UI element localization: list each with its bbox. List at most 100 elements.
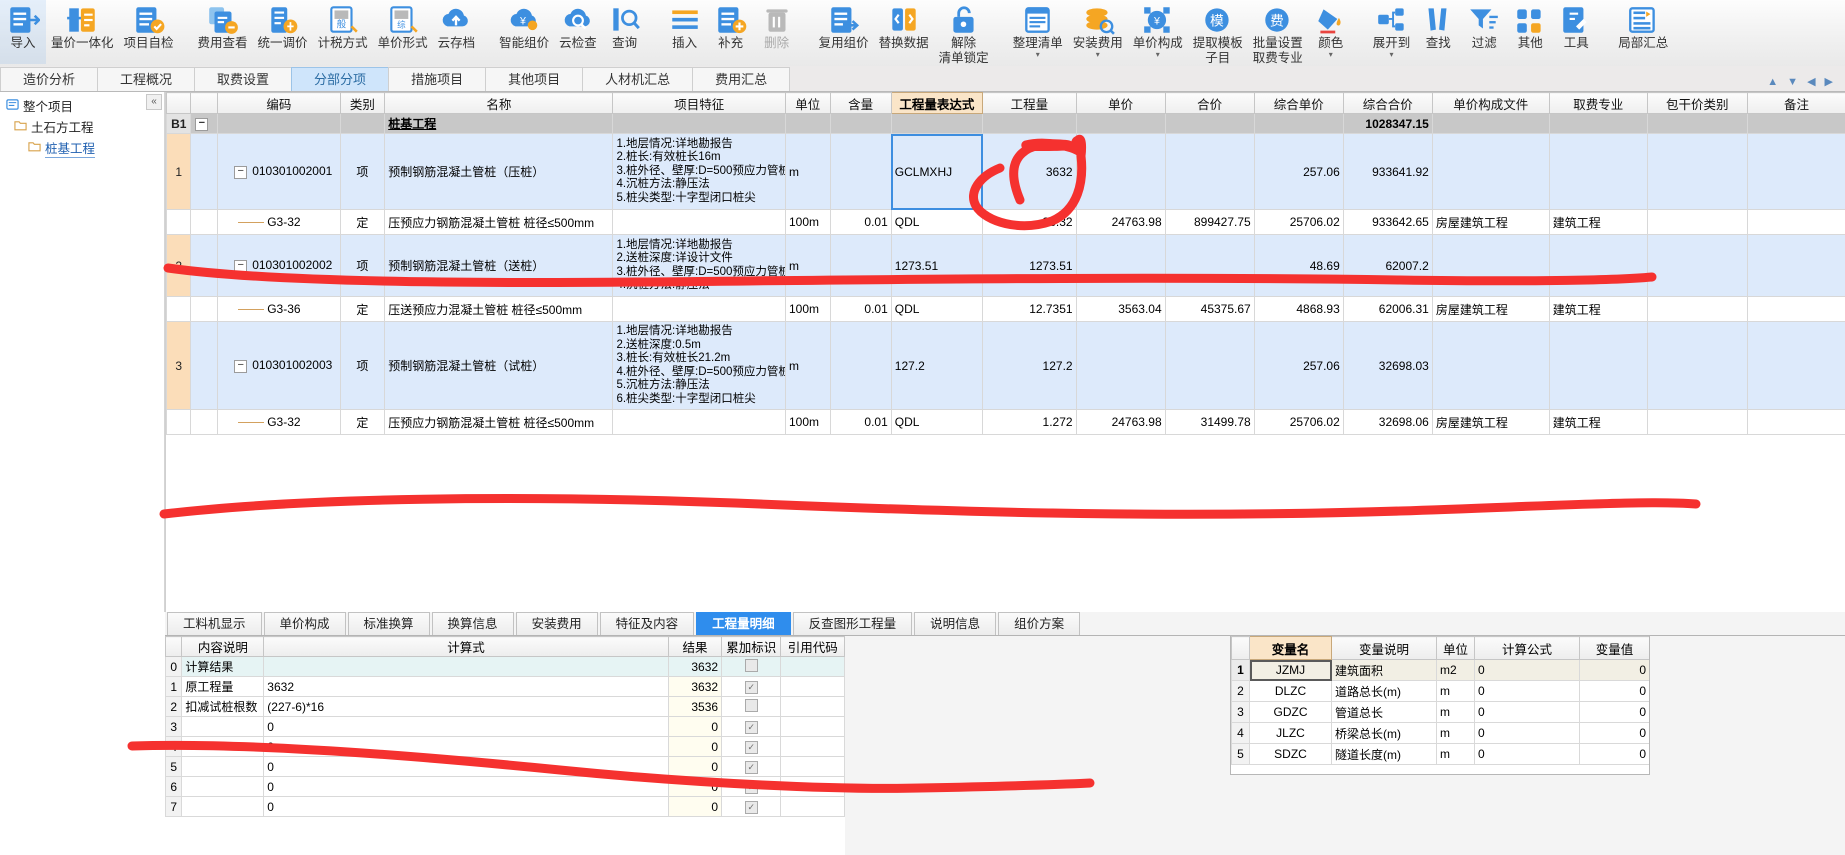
detail-row[interactable]: 2 扣减试桩根数 (227-6)*16 3536 bbox=[165, 696, 845, 717]
ribbon-button-tax-mode[interactable]: 般计税方式 bbox=[313, 0, 373, 64]
ribbon-button-insert[interactable]: 插入 bbox=[662, 0, 708, 64]
cell-amount[interactable] bbox=[1164, 234, 1255, 297]
col-header-综合合价[interactable]: 综合合价 bbox=[1342, 92, 1433, 114]
col-header-取费专业[interactable]: 取费专业 bbox=[1548, 92, 1648, 114]
cell-fee-major[interactable] bbox=[1548, 133, 1648, 210]
cell-unit-price[interactable] bbox=[1075, 133, 1166, 210]
ribbon-button-reuse-price[interactable]: 复用组价 bbox=[814, 0, 874, 64]
cell-feature[interactable]: 1.地层情况:详地勘报告 2.送桩深度:详设计文件 3.桩外径、壁厚:D=500预应… bbox=[612, 234, 786, 297]
variable-formula[interactable]: 0 bbox=[1474, 722, 1580, 744]
col-header-备注[interactable]: 备注 bbox=[1746, 92, 1845, 114]
ribbon-button-fee-view[interactable]: 费用查看 bbox=[193, 0, 253, 64]
tree-node-桩基工程[interactable]: 桩基工程 bbox=[0, 137, 164, 158]
cell-category[interactable]: 项 bbox=[339, 133, 386, 210]
cell-fixed-price-type[interactable] bbox=[1646, 296, 1748, 322]
module-tab-其他项目[interactable]: 其他项目 bbox=[485, 67, 584, 91]
cell-feature[interactable] bbox=[612, 409, 786, 435]
col-header-单位[interactable]: 单位 bbox=[1436, 636, 1475, 660]
collapse-toggle-icon[interactable]: − bbox=[234, 359, 248, 373]
col-header-内容说明[interactable]: 内容说明 bbox=[181, 636, 265, 657]
bottom-tab-说明信息[interactable]: 说明信息 bbox=[914, 612, 997, 635]
arrow-right-icon[interactable]: ▶ bbox=[1825, 75, 1833, 88]
ribbon-button-integration[interactable]: 量价一体化 bbox=[46, 0, 119, 64]
ribbon-button-other[interactable]: 其他 bbox=[1507, 0, 1553, 64]
cell-quantity[interactable] bbox=[982, 113, 1077, 134]
ribbon-button-partial-summary[interactable]: 局部汇总 bbox=[1613, 0, 1673, 64]
cell-name[interactable]: 预制钢筋混凝土管桩（送桩） bbox=[384, 234, 614, 297]
cell-category[interactable]: 项 bbox=[339, 321, 386, 410]
detail-reference-code[interactable] bbox=[780, 796, 845, 817]
cell-price-composition-file[interactable]: 房屋建筑工程 bbox=[1431, 296, 1550, 322]
detail-accumulate-flag[interactable]: ✓ bbox=[721, 776, 782, 797]
checkbox-unchecked-icon[interactable] bbox=[744, 658, 758, 672]
col-header-合价[interactable]: 合价 bbox=[1164, 92, 1255, 114]
collapse-toggle-icon[interactable]: − bbox=[195, 117, 209, 131]
row-number-cell[interactable]: 2 bbox=[166, 234, 192, 297]
module-tab-费用汇总[interactable]: 费用汇总 bbox=[692, 67, 791, 91]
cell-comprehensive-unit-price[interactable] bbox=[1253, 113, 1344, 134]
detail-formula[interactable] bbox=[263, 656, 669, 677]
cell-unit-price[interactable] bbox=[1075, 234, 1166, 297]
cell-unit-price[interactable]: 24763.98 bbox=[1075, 409, 1166, 435]
cell-quantity[interactable]: 1273.51 bbox=[982, 234, 1077, 297]
detail-description[interactable] bbox=[181, 796, 265, 817]
cell-comprehensive-unit-price[interactable]: 25706.02 bbox=[1253, 409, 1344, 435]
row-expander-cell[interactable] bbox=[190, 209, 219, 235]
row-number-cell[interactable]: 1 bbox=[166, 133, 192, 210]
bottom-tab-特征及内容[interactable]: 特征及内容 bbox=[599, 612, 695, 635]
bottom-tab-工料机显示[interactable]: 工料机显示 bbox=[167, 612, 262, 635]
cell-name[interactable]: 预制钢筋混凝土管桩（压桩） bbox=[384, 133, 614, 210]
detail-description[interactable]: 原工程量 bbox=[181, 676, 265, 697]
cell-comprehensive-amount[interactable]: 1028347.15 bbox=[1342, 113, 1433, 134]
detail-row[interactable]: 4 0 0 ✓ bbox=[165, 736, 845, 757]
ribbon-button-install-fee[interactable]: 安装费用 ▾ bbox=[1068, 0, 1128, 64]
cell-unit[interactable]: 100m bbox=[785, 409, 831, 435]
cell-price-composition-file[interactable]: 房屋建筑工程 bbox=[1431, 409, 1550, 435]
module-tab-取费设置[interactable]: 取费设置 bbox=[194, 67, 293, 91]
boq-grid[interactable]: 编码 类别 名称 项目特征 单位 含量 工程量表达式 工程量 单价 合价 综合单价 综合合价 单价构成文… bbox=[165, 92, 1845, 612]
row-expander-cell[interactable] bbox=[190, 409, 219, 435]
checkbox-checked-icon[interactable]: ✓ bbox=[744, 781, 758, 794]
detail-description[interactable] bbox=[181, 756, 265, 777]
cell-code[interactable]: −010301002002 bbox=[217, 234, 341, 297]
cell-quantity-expression[interactable]: QDL bbox=[890, 409, 984, 435]
cell-content-rate[interactable] bbox=[829, 234, 892, 297]
tree-collapse-button[interactable]: « bbox=[146, 94, 162, 110]
cell-price-composition-file[interactable]: 房屋建筑工程 bbox=[1431, 209, 1550, 235]
col-header-变量值[interactable]: 变量值 bbox=[1579, 636, 1649, 660]
cell-amount[interactable]: 899427.75 bbox=[1164, 209, 1255, 235]
ribbon-button-price-form[interactable]: 综单价形式 bbox=[373, 0, 433, 64]
col-header-工程量表达式[interactable]: 工程量表达式 bbox=[890, 92, 984, 114]
cell-quantity-expression[interactable]: QDL bbox=[890, 209, 984, 235]
detail-formula[interactable]: 0 bbox=[263, 796, 669, 817]
variable-row[interactable]: 5 SDZC 隧道长度(m) m 0 0 bbox=[1231, 743, 1649, 765]
cell-comprehensive-amount[interactable]: 933642.65 bbox=[1342, 209, 1433, 235]
cell-comprehensive-amount[interactable]: 32698.03 bbox=[1342, 321, 1433, 410]
cell-price-composition-file[interactable] bbox=[1431, 234, 1550, 297]
chevron-down-icon[interactable]: ▾ bbox=[1329, 51, 1333, 59]
tabbar-scroll-arrows[interactable]: ▲ ▼ ◀ ▶ bbox=[1767, 75, 1845, 91]
ribbon-button-filter[interactable]: 过滤 bbox=[1461, 0, 1507, 64]
module-tab-工程概况[interactable]: 工程概况 bbox=[97, 67, 196, 91]
ribbon-button-expand-to[interactable]: 展开到 ▾ bbox=[1368, 0, 1416, 64]
detail-row[interactable]: 7 0 0 ✓ bbox=[165, 796, 845, 817]
arrow-up-icon[interactable]: ▲ bbox=[1767, 76, 1778, 88]
ribbon-button-find[interactable]: 查找 bbox=[1415, 0, 1461, 64]
cell-feature[interactable]: 1.地层情况:详地勘报告 2.送桩深度:0.5m 3.桩长:有效桩长21.2m 4.桩… bbox=[612, 321, 786, 410]
quantity-detail-grid[interactable]: 内容说明 计算式 结果 累加标识 引用代码 0 计算结果 3632 1 原工程量 3632 3632… bbox=[165, 636, 845, 855]
col-header-变量说明[interactable]: 变量说明 bbox=[1331, 636, 1437, 660]
detail-accumulate-flag[interactable]: ✓ bbox=[721, 796, 782, 817]
variable-name[interactable]: JZMJ bbox=[1249, 659, 1332, 681]
bottom-tab-反查图形工程量[interactable]: 反查图形工程量 bbox=[792, 612, 913, 635]
col-header-计算式[interactable]: 计算式 bbox=[263, 636, 669, 657]
cell-comprehensive-amount[interactable]: 933641.92 bbox=[1342, 133, 1433, 210]
col-header-结果[interactable]: 结果 bbox=[667, 636, 723, 657]
detail-formula[interactable]: 3632 bbox=[263, 676, 669, 697]
ribbon-button-supplement[interactable]: 补充 bbox=[708, 0, 754, 64]
cell-remark[interactable] bbox=[1746, 113, 1845, 134]
cell-remark[interactable] bbox=[1746, 321, 1845, 410]
ribbon-button-smart-price[interactable]: ¥ 智能组价 bbox=[494, 0, 554, 64]
detail-reference-code[interactable] bbox=[780, 696, 845, 717]
cell-fee-major[interactable] bbox=[1548, 234, 1648, 297]
variable-row[interactable]: 3 GDZC 管道总长 m 0 0 bbox=[1231, 701, 1649, 723]
